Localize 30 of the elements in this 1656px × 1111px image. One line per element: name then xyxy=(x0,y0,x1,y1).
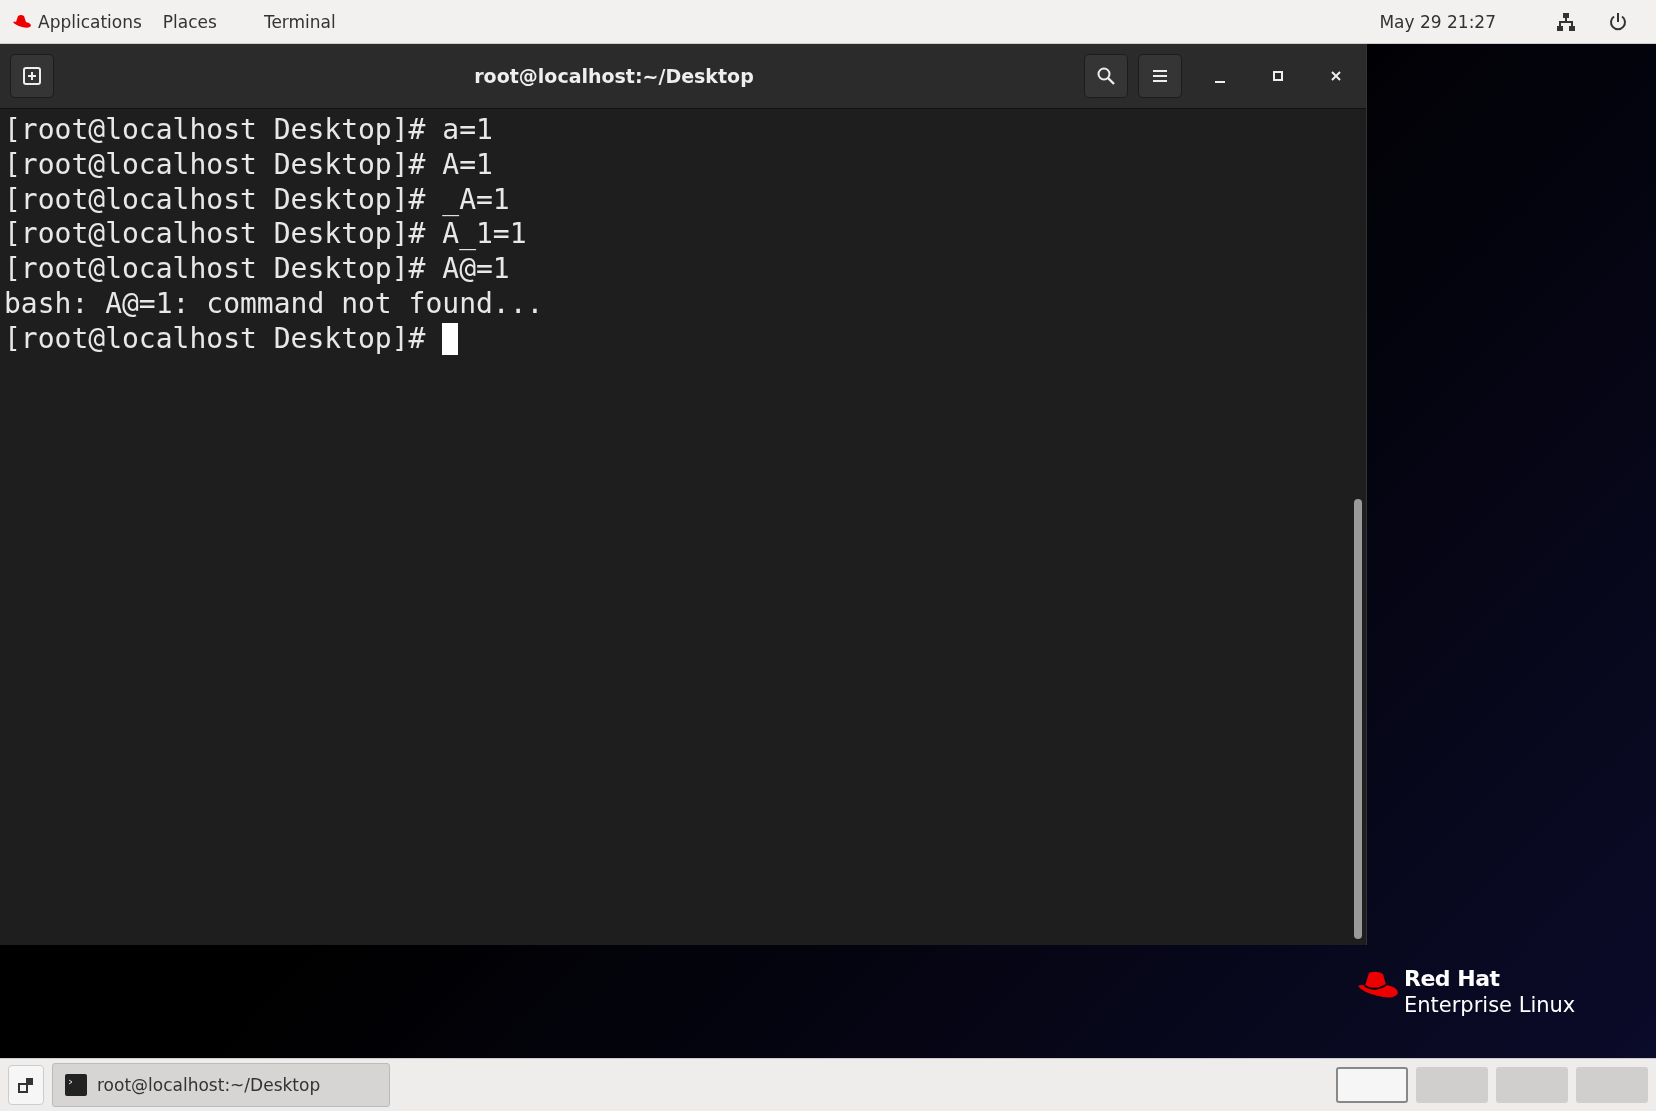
menu-item[interactable]: Applications xyxy=(12,11,153,32)
windows-icon xyxy=(18,1077,34,1093)
taskbar-window-button[interactable]: root@localhost:~/Desktop xyxy=(52,1063,390,1107)
minimize-icon xyxy=(1215,81,1225,83)
show-desktop-button[interactable] xyxy=(8,1065,44,1105)
brand-name: Red Hat xyxy=(1404,966,1501,992)
terminal-line: [root@localhost Desktop]# A_1=1 xyxy=(4,217,527,253)
new-tab-button[interactable] xyxy=(10,54,54,98)
terminal-line: [root@localhost Desktop]# xyxy=(4,321,427,357)
menu-item[interactable]: Terminal xyxy=(263,11,347,32)
workspace-button[interactable] xyxy=(1336,1067,1408,1103)
scrollbar-thumb[interactable] xyxy=(1354,499,1362,939)
search-button[interactable] xyxy=(1084,54,1128,98)
power-icon[interactable] xyxy=(1608,11,1628,32)
terminal-line: bash: A@=1: command not found... xyxy=(4,287,544,322)
terminal-line: [root@localhost Desktop]# A=1 xyxy=(4,147,493,183)
network-icon[interactable] xyxy=(1556,11,1576,32)
terminal-line: [root@localhost Desktop]# _A=1 xyxy=(4,182,510,218)
menu-item[interactable]: Places xyxy=(162,11,228,32)
terminal-icon xyxy=(65,1074,87,1096)
menu-button[interactable] xyxy=(1138,54,1182,98)
close-icon xyxy=(1330,70,1342,82)
terminal-line: [root@localhost Desktop]# a=1 xyxy=(4,113,493,148)
plus-square-icon xyxy=(22,66,42,86)
terminal-line: [root@localhost Desktop]# A@=1 xyxy=(4,252,510,287)
window-title: root@localhost:~/Desktop xyxy=(473,65,755,87)
clock[interactable]: May 29 21:27 xyxy=(1379,11,1496,32)
maximize-icon xyxy=(1272,70,1284,82)
search-icon xyxy=(1096,66,1116,86)
product-name: Enterprise Linux xyxy=(1404,992,1576,1018)
